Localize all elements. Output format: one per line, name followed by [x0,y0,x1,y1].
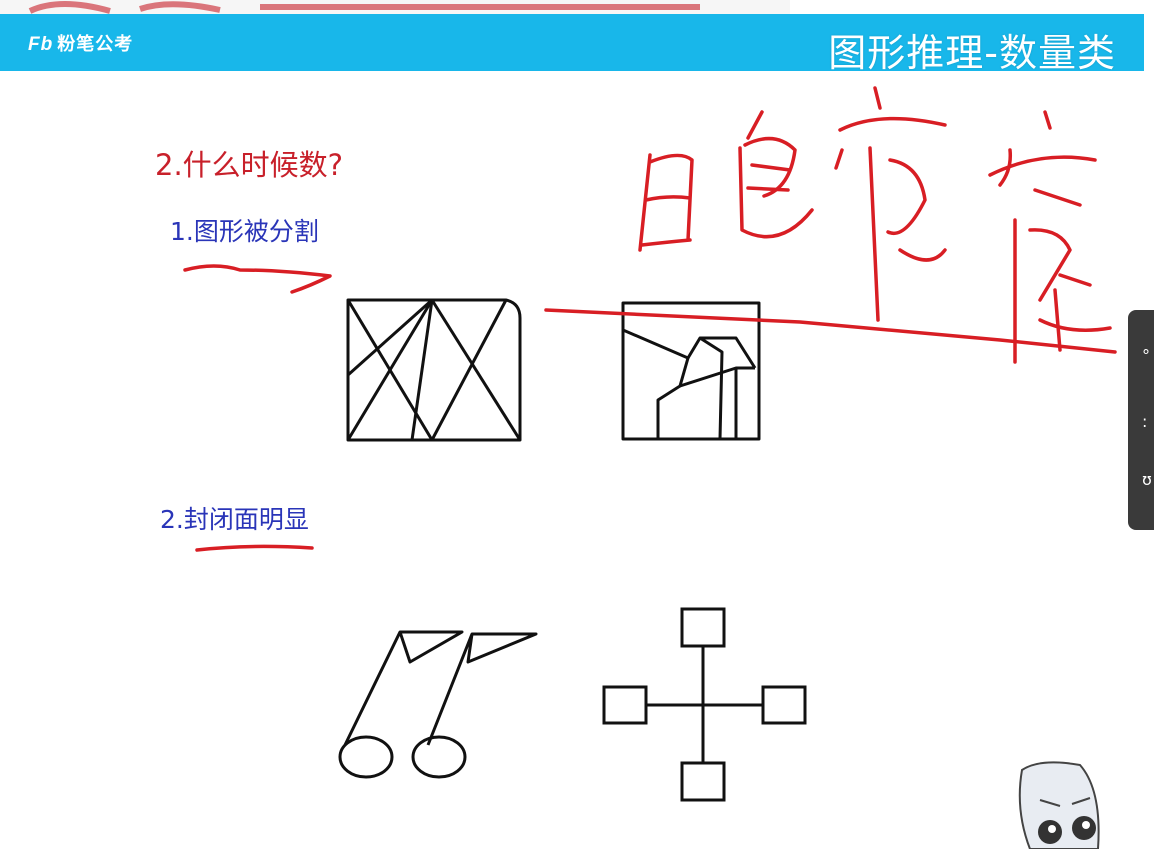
handwriting-char-2 [738,110,814,239]
figure-divided-square [346,298,522,442]
cross-square-left [602,685,648,725]
cross-square-right [761,685,807,725]
slide-artwork [183,86,1117,849]
handwriting-char-1 [638,153,694,252]
figure-cross-squares [602,607,807,802]
mascot-character-icon [1018,761,1100,849]
underline-point-2 [195,544,314,552]
figure-stair-square-outline [621,301,761,441]
handwriting-char-3 [834,86,947,322]
note-head-right [411,735,467,779]
underline-point-1 [183,264,332,294]
sidebar-glyph-3: ʊ [1142,470,1152,489]
note-flag-left [343,630,464,746]
strike-line [544,308,1117,354]
handwritten-annotations [183,86,1117,552]
playback-sidebar[interactable]: ° : ʊ [1128,310,1154,530]
note-head-left [338,735,394,779]
sidebar-glyph-1: ° [1142,346,1150,365]
cross-square-bottom [680,761,726,802]
sidebar-glyph-2: : [1142,412,1148,431]
slide-frame: Fb 粉笔公考 图形推理-数量类 2.什么时候数? 1.图形被分割 2.封闭面明显 [0,0,1154,849]
figure-music-notes [338,630,538,779]
cross-square-top [680,607,726,648]
handwriting-char-4 [988,110,1112,364]
note-flag-right [426,632,538,746]
figure-stair-square [621,301,761,441]
